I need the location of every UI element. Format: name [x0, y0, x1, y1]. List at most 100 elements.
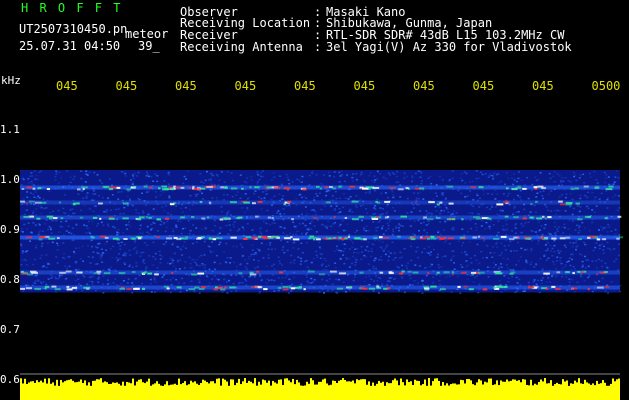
noise-speckle [439, 274, 442, 277]
signal-mark [411, 236, 417, 239]
noise-speckle [359, 198, 362, 201]
noise-speckle [55, 172, 58, 174]
noise-speckle [102, 283, 105, 285]
noise-speckle [41, 230, 44, 233]
noise-speckle [159, 190, 162, 192]
signal-mark [339, 272, 347, 275]
amplitude-bar [460, 379, 462, 400]
noise-speckle [265, 190, 268, 192]
noise-speckle [319, 182, 322, 185]
signal-mark [387, 287, 390, 290]
noise-speckle [552, 175, 555, 177]
noise-speckle [31, 183, 34, 185]
noise-speckle [374, 190, 377, 193]
noise-speckle [393, 173, 396, 175]
noise-speckle [464, 251, 467, 253]
noise-speckle [325, 259, 328, 262]
noise-speckle [481, 225, 484, 227]
noise-speckle [208, 268, 211, 271]
noise-speckle [497, 182, 500, 184]
amplitude-bar [38, 382, 40, 400]
amplitude-bar [284, 378, 286, 400]
noise-speckle [210, 180, 212, 182]
noise-speckle [265, 243, 268, 246]
noise-speckle [507, 177, 510, 180]
noise-speckle [605, 189, 608, 192]
noise-speckle [222, 194, 225, 196]
noise-speckle [568, 233, 571, 236]
noise-speckle [426, 251, 428, 254]
signal-mark [201, 236, 205, 239]
noise-speckle [320, 223, 323, 226]
noise-speckle [102, 269, 105, 271]
noise-speckle [300, 242, 303, 244]
noise-speckle [221, 291, 224, 293]
signal-mark [572, 272, 575, 275]
signal-mark [558, 200, 563, 203]
noise-speckle [513, 205, 516, 208]
noise-speckle [405, 265, 408, 267]
signal-mark [52, 217, 58, 220]
noise-speckle [28, 182, 31, 184]
noise-speckle [226, 292, 229, 294]
signal-mark [359, 271, 364, 274]
noise-speckle [69, 209, 72, 211]
signal-mark [58, 201, 62, 204]
noise-speckle [418, 197, 421, 200]
noise-speckle [320, 253, 323, 255]
noise-speckle [493, 252, 496, 254]
signal-mark [165, 217, 169, 220]
noise-speckle [365, 191, 368, 193]
noise-speckle [576, 224, 579, 227]
amplitude-bar [342, 378, 344, 400]
signal-mark [290, 287, 296, 290]
noise-speckle [378, 258, 380, 261]
noise-speckle [558, 175, 561, 177]
signal-mark [587, 288, 590, 291]
noise-speckle [281, 198, 284, 200]
noise-speckle [354, 264, 357, 266]
noise-speckle [159, 194, 162, 196]
noise-speckle [155, 195, 158, 198]
noise-speckle [94, 263, 97, 265]
noise-speckle [508, 244, 510, 247]
noise-speckle [399, 196, 402, 198]
signal-mark [596, 286, 604, 289]
noise-speckle [260, 208, 263, 210]
noise-speckle [191, 266, 194, 269]
amplitude-bar [350, 381, 352, 400]
noise-speckle [58, 231, 61, 233]
noise-speckle [502, 193, 505, 195]
amplitude-bar [208, 383, 210, 400]
noise-speckle [281, 264, 284, 266]
noise-speckle [306, 213, 309, 215]
noise-speckle [452, 170, 455, 172]
noise-speckle [231, 179, 234, 182]
noise-speckle [551, 247, 554, 250]
noise-speckle [128, 249, 131, 252]
signal-mark [559, 237, 566, 240]
noise-speckle [507, 281, 510, 283]
noise-speckle [218, 179, 221, 181]
signal-mark [192, 185, 195, 188]
amplitude-bar [262, 379, 264, 400]
noise-speckle [64, 194, 66, 196]
noise-speckle [167, 172, 170, 175]
signal-mark [478, 186, 484, 189]
noise-speckle [213, 261, 216, 264]
amplitude-bar [358, 380, 360, 400]
noise-speckle [335, 245, 338, 248]
noise-speckle [494, 189, 497, 192]
amplitude-bar [30, 381, 32, 400]
noise-speckle [359, 205, 362, 207]
signal-mark [36, 217, 41, 220]
noise-speckle [27, 178, 30, 180]
noise-speckle [380, 246, 383, 248]
signal-mark [463, 285, 468, 288]
amplitude-bar [176, 384, 178, 400]
noise-speckle [74, 274, 77, 276]
noise-speckle [381, 225, 384, 227]
noise-speckle [618, 234, 621, 236]
signal-mark [504, 215, 509, 218]
noise-speckle [564, 210, 567, 212]
